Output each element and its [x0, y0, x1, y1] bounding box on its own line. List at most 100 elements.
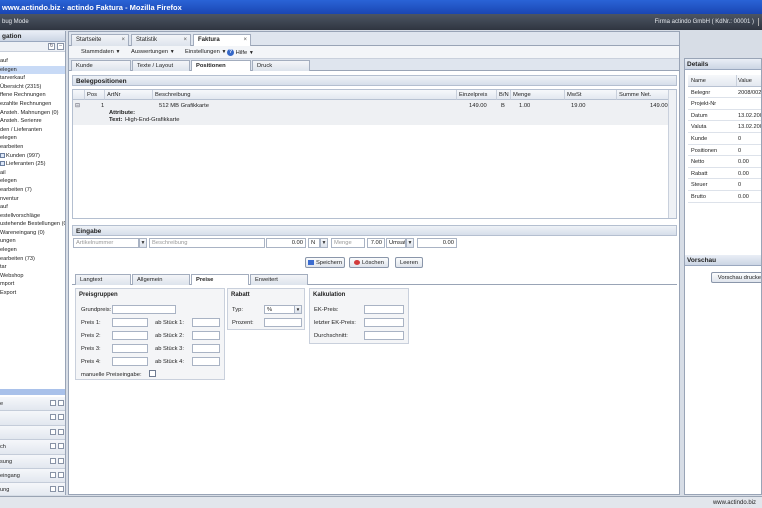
- sidebar-item[interactable]: elegen: [0, 177, 65, 186]
- column-header-menge[interactable]: Menge: [511, 90, 565, 100]
- sidebar-item[interactable]: nventur: [0, 195, 65, 204]
- sidebar-item[interactable]: Wareneingang (0): [0, 229, 65, 238]
- tab-texte-layout[interactable]: Texte / Layout: [132, 60, 190, 71]
- bn-select[interactable]: N: [308, 238, 320, 248]
- preis4-input[interactable]: [112, 357, 148, 366]
- refresh-icon[interactable]: [50, 414, 56, 421]
- tab-allgemein[interactable]: Allgemein: [132, 274, 190, 285]
- column-header-pos[interactable]: Pos: [85, 90, 105, 100]
- expand-icon[interactable]: [58, 486, 64, 493]
- details-row[interactable]: Brutto 0.00: [688, 191, 761, 203]
- sidebar-item[interactable]: tarverkauf: [0, 74, 65, 83]
- auswertungen-menu[interactable]: Auswertungen ▼: [131, 49, 175, 55]
- expand-icon[interactable]: [58, 428, 64, 435]
- quantity-input[interactable]: Menge: [331, 238, 365, 248]
- column-header-bn[interactable]: B/N: [497, 90, 511, 100]
- sidebar-item[interactable]: elegen: [0, 246, 65, 255]
- expand-icon[interactable]: [58, 471, 64, 478]
- ab2-input[interactable]: [192, 331, 220, 340]
- sidebar-item[interactable]: earbeiten: [0, 143, 65, 152]
- details-row[interactable]: Kunde 0: [688, 133, 761, 145]
- einstellungen-menu[interactable]: Einstellungen ▼: [185, 49, 226, 55]
- column-header-name[interactable]: Name: [691, 78, 706, 84]
- refresh-icon[interactable]: [50, 443, 56, 450]
- expand-toggle-icon[interactable]: ⊟: [75, 102, 80, 109]
- refresh-icon[interactable]: [50, 486, 56, 493]
- details-row[interactable]: Valuta 13.02.2008: [688, 121, 761, 133]
- refresh-icon[interactable]: [50, 457, 56, 464]
- preis3-input[interactable]: [112, 344, 148, 353]
- tab-erweitert[interactable]: Erweitert: [250, 274, 308, 285]
- sidebar-item[interactable]: auf: [0, 203, 65, 212]
- column-header-artnr[interactable]: ArtNr: [105, 90, 153, 100]
- sidebar-item[interactable]: earbeiten (73): [0, 255, 65, 264]
- details-row[interactable]: Netto 0.00: [688, 156, 761, 168]
- accordion-item[interactable]: ch: [0, 440, 65, 455]
- sidebar-item[interactable]: earbeiten (7): [0, 186, 65, 195]
- sidebar-item[interactable]: estellvorschläge: [0, 212, 65, 221]
- tab-startseite[interactable]: Startseite ×: [71, 34, 129, 46]
- details-row[interactable]: Positionen 0: [688, 145, 761, 157]
- sidebar-item[interactable]: ail: [0, 169, 65, 178]
- total-input[interactable]: 0.00: [417, 238, 457, 248]
- sidebar-item[interactable]: ezahlte Rechnungen: [0, 100, 65, 109]
- print-preview-button[interactable]: Vorschau drucken: [711, 272, 761, 283]
- sidebar-item[interactable]: Webshop: [0, 272, 65, 281]
- chevron-down-icon[interactable]: ▼: [320, 238, 328, 248]
- chevron-down-icon[interactable]: ▼: [406, 238, 414, 248]
- sidebar-item[interactable]: den / Lieferanten: [0, 126, 65, 135]
- vat-unit-select[interactable]: Umsat: [386, 238, 406, 248]
- accordion-item[interactable]: ung: [0, 483, 65, 495]
- column-header-value[interactable]: Value: [738, 78, 752, 84]
- tab-druck[interactable]: Druck: [252, 60, 310, 71]
- expand-icon[interactable]: [58, 457, 64, 464]
- typ-select[interactable]: % ▼: [264, 305, 302, 314]
- sidebar-item[interactable]: Lieferanten (25): [0, 160, 65, 169]
- ab3-input[interactable]: [192, 344, 220, 353]
- column-header-beschreibung[interactable]: Beschreibung: [153, 90, 457, 100]
- grundpreis-input[interactable]: [112, 305, 176, 314]
- manual-price-checkbox[interactable]: [149, 370, 156, 377]
- clear-button[interactable]: Leeren: [395, 257, 423, 268]
- sidebar-item[interactable]: ustehende Bestellungen (0): [0, 220, 65, 229]
- tab-langtext[interactable]: Langtext: [75, 274, 131, 285]
- save-button[interactable]: Speichern: [305, 257, 345, 268]
- sidebar-item[interactable]: ffene Rechnungen: [0, 91, 65, 100]
- column-header-summe[interactable]: Summe Net.: [617, 90, 670, 100]
- ab4-input[interactable]: [192, 357, 220, 366]
- refresh-icon[interactable]: ↻: [48, 43, 55, 50]
- details-row[interactable]: Belegnr 2008/0028: [688, 87, 761, 99]
- refresh-icon[interactable]: [50, 428, 56, 435]
- hilfe-menu[interactable]: ? Hilfe ▼: [227, 49, 254, 56]
- expand-icon[interactable]: [58, 443, 64, 450]
- chevron-down-icon[interactable]: ▼: [139, 238, 147, 248]
- grid-scrollbar-vertical[interactable]: [668, 90, 676, 218]
- preis2-input[interactable]: [112, 331, 148, 340]
- tab-preise[interactable]: Preise: [191, 274, 249, 285]
- sidebar-item[interactable]: mport: [0, 280, 65, 289]
- accordion-item[interactable]: sung: [0, 454, 65, 469]
- prozent-input[interactable]: [264, 318, 302, 327]
- sidebar-splitter[interactable]: [0, 389, 65, 395]
- sidebar-item[interactable]: elegen: [0, 65, 65, 75]
- details-row[interactable]: Rabatt 0.00: [688, 168, 761, 180]
- ek-input[interactable]: [364, 305, 404, 314]
- artnr-input[interactable]: Artikelnummer: [73, 238, 139, 248]
- sidebar-item[interactable]: Export: [0, 289, 65, 298]
- description-input[interactable]: Beschreibung: [149, 238, 265, 248]
- ab1-input[interactable]: [192, 318, 220, 327]
- sidebar-item[interactable]: auf: [0, 57, 65, 66]
- close-icon[interactable]: ×: [121, 37, 125, 43]
- close-icon[interactable]: ×: [183, 37, 187, 43]
- vat-input[interactable]: 7.00: [367, 238, 385, 248]
- sidebar-item[interactable]: elegen: [0, 134, 65, 143]
- column-header-einzelpreis[interactable]: Einzelpreis: [457, 90, 497, 100]
- sidebar-item[interactable]: Übersicht (2315): [0, 83, 65, 92]
- details-row[interactable]: Steuer 0: [688, 179, 761, 191]
- tab-statistik[interactable]: Statistik ×: [131, 34, 191, 46]
- details-row[interactable]: Projekt-Nr: [688, 98, 761, 110]
- sidebar-item[interactable]: ungen: [0, 237, 65, 246]
- sidebar-item[interactable]: Kunden (997): [0, 152, 65, 161]
- accordion-item[interactable]: [0, 425, 65, 441]
- accordion-item[interactable]: e: [0, 397, 65, 412]
